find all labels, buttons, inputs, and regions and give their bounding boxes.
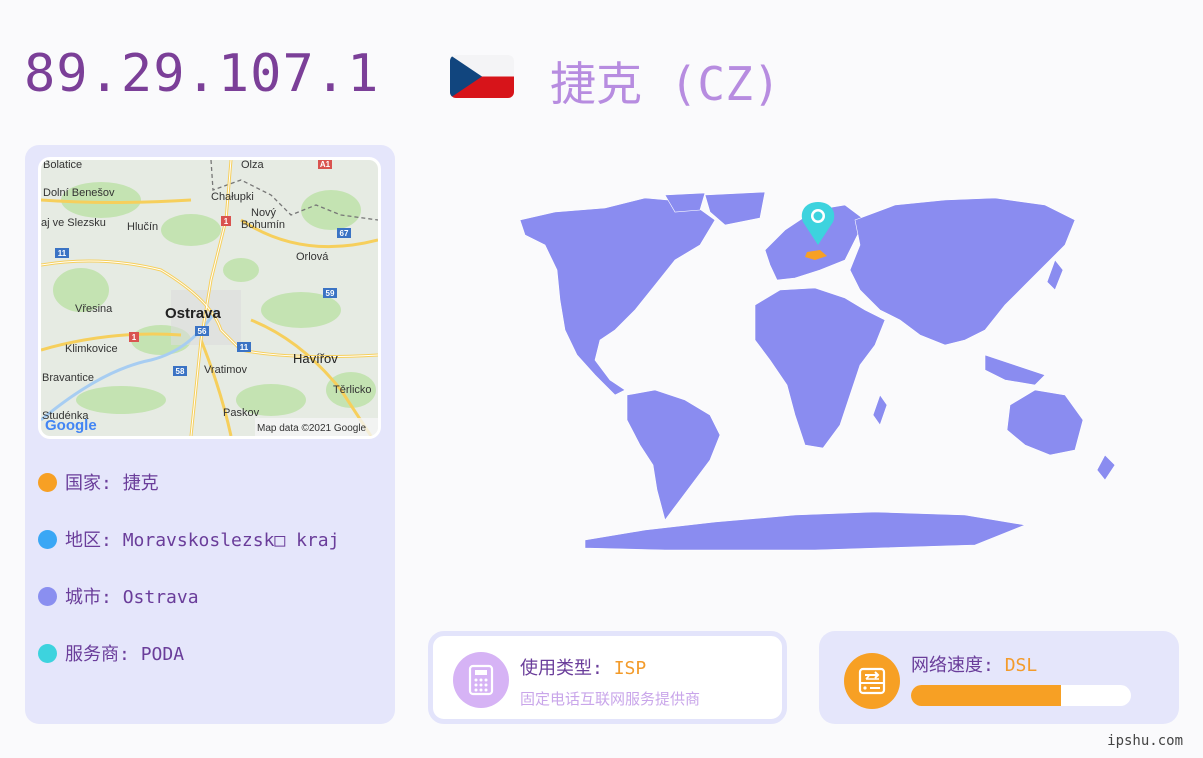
usage-type-card: 使用类型: ISP 固定电话互联网服务提供商 [428, 631, 787, 724]
map-label: Těrlicko [333, 384, 372, 396]
street-map[interactable]: Bolatice Olza Dolní Benešov Chałupki aj … [38, 157, 381, 439]
road-shield: 58 [176, 367, 185, 376]
info-isp: 服务商: PODA [38, 640, 184, 666]
city-dot-icon [38, 586, 57, 606]
map-label: Paskov [223, 407, 260, 419]
map-label: Olza [241, 160, 265, 171]
region-value: Moravskoslezsk□ kraj [122, 530, 340, 551]
map-label: Vřesina [75, 303, 113, 315]
road-shield: 1 [224, 217, 229, 226]
road-shield: 59 [326, 289, 335, 298]
network-speed-card: 网络速度: DSL [819, 631, 1179, 724]
location-card: Bolatice Olza Dolní Benešov Chałupki aj … [25, 145, 395, 724]
usage-type-label: 使用类型: ISP [520, 658, 647, 679]
czech-flag-icon [450, 55, 514, 98]
road-shield: 67 [340, 229, 349, 238]
road-shield: 11 [240, 343, 249, 352]
map-label: Dolní Benešov [43, 187, 115, 199]
road-shield: A1 [320, 160, 331, 169]
network-speed-value: DSL [1004, 655, 1038, 676]
google-logo: Google [45, 417, 97, 434]
city-value: Ostrava [122, 587, 199, 608]
map-label: Bolatice [43, 160, 82, 171]
map-label: Vratimov [204, 364, 247, 376]
usage-type-description: 固定电话互联网服务提供商 [520, 690, 701, 708]
map-label: aj ve Slezsku [41, 217, 106, 229]
isp-value: PODA [140, 644, 185, 665]
road-shield: 1 [132, 333, 137, 342]
usage-type-value: ISP [613, 658, 647, 679]
info-country: 国家: 捷克 [38, 469, 159, 495]
map-city-ostrava: Ostrava [165, 305, 222, 322]
map-label: Hlučín [127, 221, 158, 233]
map-label: Nový [251, 207, 277, 219]
isp-dot-icon [38, 643, 57, 663]
phone-icon [453, 652, 509, 708]
watermark: ipshu.com [1107, 733, 1183, 749]
road-shield: 11 [58, 249, 67, 258]
country-value: 捷克 [122, 473, 159, 494]
country-dot-icon [38, 472, 57, 492]
speed-progress-fill [911, 685, 1061, 706]
map-attribution: Map data ©2021 Google [257, 423, 367, 434]
network-speed-label: 网络速度: DSL [911, 655, 1038, 676]
road-shield: 56 [198, 327, 207, 336]
ip-address: 89.29.107.1 [24, 44, 380, 104]
map-label: Klimkovice [65, 343, 118, 355]
map-label: Bravantice [42, 372, 94, 384]
speed-progress-bar [911, 685, 1131, 706]
map-city-havirov: Havířov [293, 351, 338, 366]
region-dot-icon [38, 529, 57, 549]
map-label: Orlová [296, 251, 329, 263]
info-city: 城市: Ostrava [38, 583, 199, 609]
country-title: 捷克 (CZ) [550, 57, 781, 111]
map-label: Chałupki [211, 191, 254, 203]
map-label: Bohumín [241, 219, 285, 231]
harddrive-icon [844, 653, 900, 709]
world-map [515, 190, 1145, 555]
info-region: 地区: Moravskoslezsk□ kraj [38, 526, 339, 552]
